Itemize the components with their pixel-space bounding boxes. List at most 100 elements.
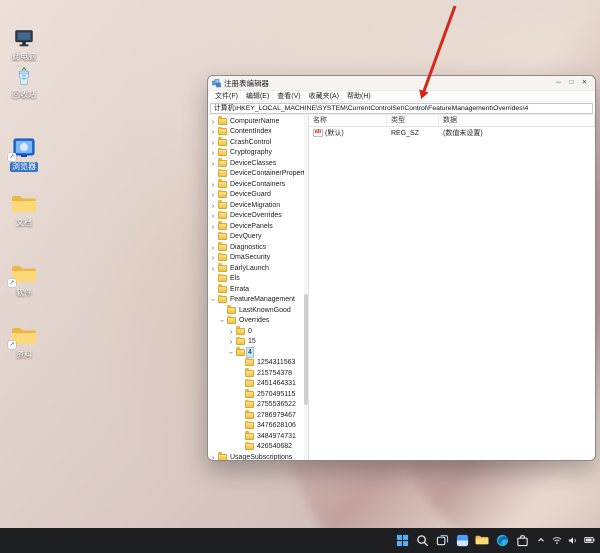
tray-battery[interactable] <box>583 532 595 548</box>
tree-item-426540682[interactable]: ›426540682 <box>208 442 308 453</box>
folder-icon <box>245 391 254 398</box>
chevron-icon[interactable]: › <box>218 318 226 324</box>
column-header[interactable]: 数据 <box>439 115 595 126</box>
tree-item-EarlyLaunch[interactable]: ›EarlyLaunch <box>208 263 308 274</box>
tree-item-Overrides[interactable]: ›Overrides <box>208 316 308 327</box>
tree-item-ContentIndex[interactable]: ›ContentIndex <box>208 127 308 138</box>
taskbar-button-file-explorer[interactable] <box>474 532 490 548</box>
tree-item-Cryptography[interactable]: ›Cryptography <box>208 148 308 159</box>
folder-icon <box>218 296 227 303</box>
tree-item-2786979467[interactable]: ›2786979467 <box>208 410 308 421</box>
chevron-icon[interactable]: › <box>210 181 216 189</box>
tray-volume[interactable] <box>567 532 579 548</box>
folder-icon <box>236 328 245 335</box>
folder-icon <box>218 286 227 293</box>
chevron-icon[interactable]: › <box>209 297 217 303</box>
tree-item-Errata[interactable]: ›Errata <box>208 284 308 295</box>
tree-item-2451464331[interactable]: ›2451464331 <box>208 379 308 390</box>
folder-icon <box>236 338 245 345</box>
folder-icon <box>245 401 254 408</box>
tree-item-15[interactable]: ›15 <box>208 337 308 348</box>
chevron-icon[interactable]: › <box>210 212 216 220</box>
chevron-icon[interactable]: › <box>227 349 235 355</box>
tree-item-DeviceContainers[interactable]: ›DeviceContainers <box>208 179 308 190</box>
address-bar[interactable]: 计算机\HKEY_LOCAL_MACHINE\SYSTEM\CurrentCon… <box>210 103 593 114</box>
menu-item[interactable]: 查看(V) <box>273 91 304 101</box>
chevron-icon[interactable]: › <box>228 338 234 346</box>
tree-item-DeviceContainerPropertyUpda[interactable]: ›DeviceContainerPropertyUpda <box>208 169 308 180</box>
maximize-button[interactable]: □ <box>565 76 578 90</box>
taskbar-button-start[interactable] <box>394 532 410 548</box>
tree-item-2755536522[interactable]: ›2755536522 <box>208 400 308 411</box>
chevron-icon[interactable]: › <box>210 265 216 273</box>
tree-item-1254311563[interactable]: ›1254311563 <box>208 358 308 369</box>
tree-item-LastKnownGood[interactable]: ›LastKnownGood <box>208 305 308 316</box>
tree-item-ComputerName[interactable]: › ComputerName <box>208 116 308 127</box>
menu-item[interactable]: 编辑(E) <box>242 91 273 101</box>
taskbar-button-search[interactable] <box>414 532 430 548</box>
column-header[interactable]: 类型 <box>387 115 439 126</box>
chevron-icon[interactable]: › <box>210 160 216 168</box>
taskbar-button-store[interactable] <box>514 532 530 548</box>
chevron-icon[interactable]: › <box>210 191 216 199</box>
tree-item-3476628106[interactable]: ›3476628106 <box>208 421 308 432</box>
chevron-icon[interactable]: › <box>210 454 216 461</box>
tray-tray-chevron[interactable] <box>535 532 547 548</box>
tree-item-DeviceOverrides[interactable]: ›DeviceOverrides <box>208 211 308 222</box>
desktop-icon-pc-0[interactable]: 此电脑 <box>2 26 46 62</box>
tree-item-4[interactable]: ›4 <box>208 347 308 358</box>
desktop-icon-folder-5[interactable]: ↗资料 <box>2 324 46 360</box>
tree-item-Diagnostics[interactable]: ›Diagnostics <box>208 242 308 253</box>
value-type: REG_SZ <box>387 130 439 137</box>
tree-item-label: ComputerName <box>229 117 280 126</box>
taskbar-button-task-view[interactable] <box>434 532 450 548</box>
folder-icon <box>245 359 254 366</box>
folder-icon <box>218 191 227 198</box>
menu-item[interactable]: 帮助(H) <box>343 91 375 101</box>
column-header[interactable]: 名称 <box>309 115 387 126</box>
chevron-icon[interactable]: › <box>228 328 234 336</box>
desktop-icon-folder-3[interactable]: 文档 <box>2 192 46 228</box>
tree-item-CrashControl[interactable]: ›CrashControl <box>208 137 308 148</box>
tree-item-label: DeviceClasses <box>229 159 277 168</box>
tree-item-DmaSecurity[interactable]: ›DmaSecurity <box>208 253 308 264</box>
desktop-icon-app-2[interactable]: ↗浏览器 <box>2 136 46 172</box>
tree-item-3484974731[interactable]: ›3484974731 <box>208 431 308 442</box>
folder-icon <box>245 422 254 429</box>
tree-item-UsageSubscriptions[interactable]: ›UsageSubscriptions <box>208 452 308 460</box>
desktop-icon-folder-4[interactable]: ↗软件 <box>2 262 46 298</box>
titlebar[interactable]: 注册表编辑器 ─□✕ <box>208 76 595 91</box>
chevron-icon[interactable]: › <box>210 149 216 157</box>
desktop-icon-image <box>10 192 38 216</box>
chevron-icon[interactable]: › <box>210 202 216 210</box>
chevron-icon[interactable]: › <box>210 254 216 262</box>
taskbar-button-edge[interactable] <box>494 532 510 548</box>
tree-item-2570495115[interactable]: ›2570495115 <box>208 389 308 400</box>
value-row[interactable]: ab(默认)REG_SZ(数值未设置) <box>309 127 595 139</box>
taskbar-button-widgets[interactable] <box>454 532 470 548</box>
close-button[interactable]: ✕ <box>578 76 591 90</box>
tree-item-215754378[interactable]: ›215754378 <box>208 368 308 379</box>
tree-item-Els[interactable]: ›Els <box>208 274 308 285</box>
chevron-icon[interactable]: › <box>210 118 216 126</box>
tree-item-0[interactable]: ›0 <box>208 326 308 337</box>
chevron-icon[interactable]: › <box>210 128 216 136</box>
tree-scrollbar-thumb[interactable] <box>304 294 308 404</box>
tray-wifi[interactable] <box>551 532 563 548</box>
chevron-icon[interactable]: › <box>210 139 216 147</box>
minimize-button[interactable]: ─ <box>552 76 565 90</box>
tree-item-DeviceMigration[interactable]: ›DeviceMigration <box>208 200 308 211</box>
shortcut-arrow-icon: ↗ <box>8 279 16 287</box>
menu-item[interactable]: 文件(F) <box>211 91 242 101</box>
tree-scrollbar[interactable] <box>304 115 308 460</box>
chevron-icon[interactable]: › <box>210 223 216 231</box>
chevron-icon[interactable]: › <box>210 244 216 252</box>
tree-item-FeatureManagement[interactable]: ›FeatureManagement <box>208 295 308 306</box>
menu-item[interactable]: 收藏夹(A) <box>305 91 343 101</box>
tree-item-DevicePanels[interactable]: ›DevicePanels <box>208 221 308 232</box>
tree-item-DeviceGuard[interactable]: ›DeviceGuard <box>208 190 308 201</box>
address-bar-area: 计算机\HKEY_LOCAL_MACHINE\SYSTEM\CurrentCon… <box>208 102 595 115</box>
desktop-icon-recycle-1[interactable]: 回收站 <box>2 64 46 100</box>
tree-item-DeviceClasses[interactable]: › DeviceClasses <box>208 158 308 169</box>
tree-item-DevQuery[interactable]: ›DevQuery <box>208 232 308 243</box>
